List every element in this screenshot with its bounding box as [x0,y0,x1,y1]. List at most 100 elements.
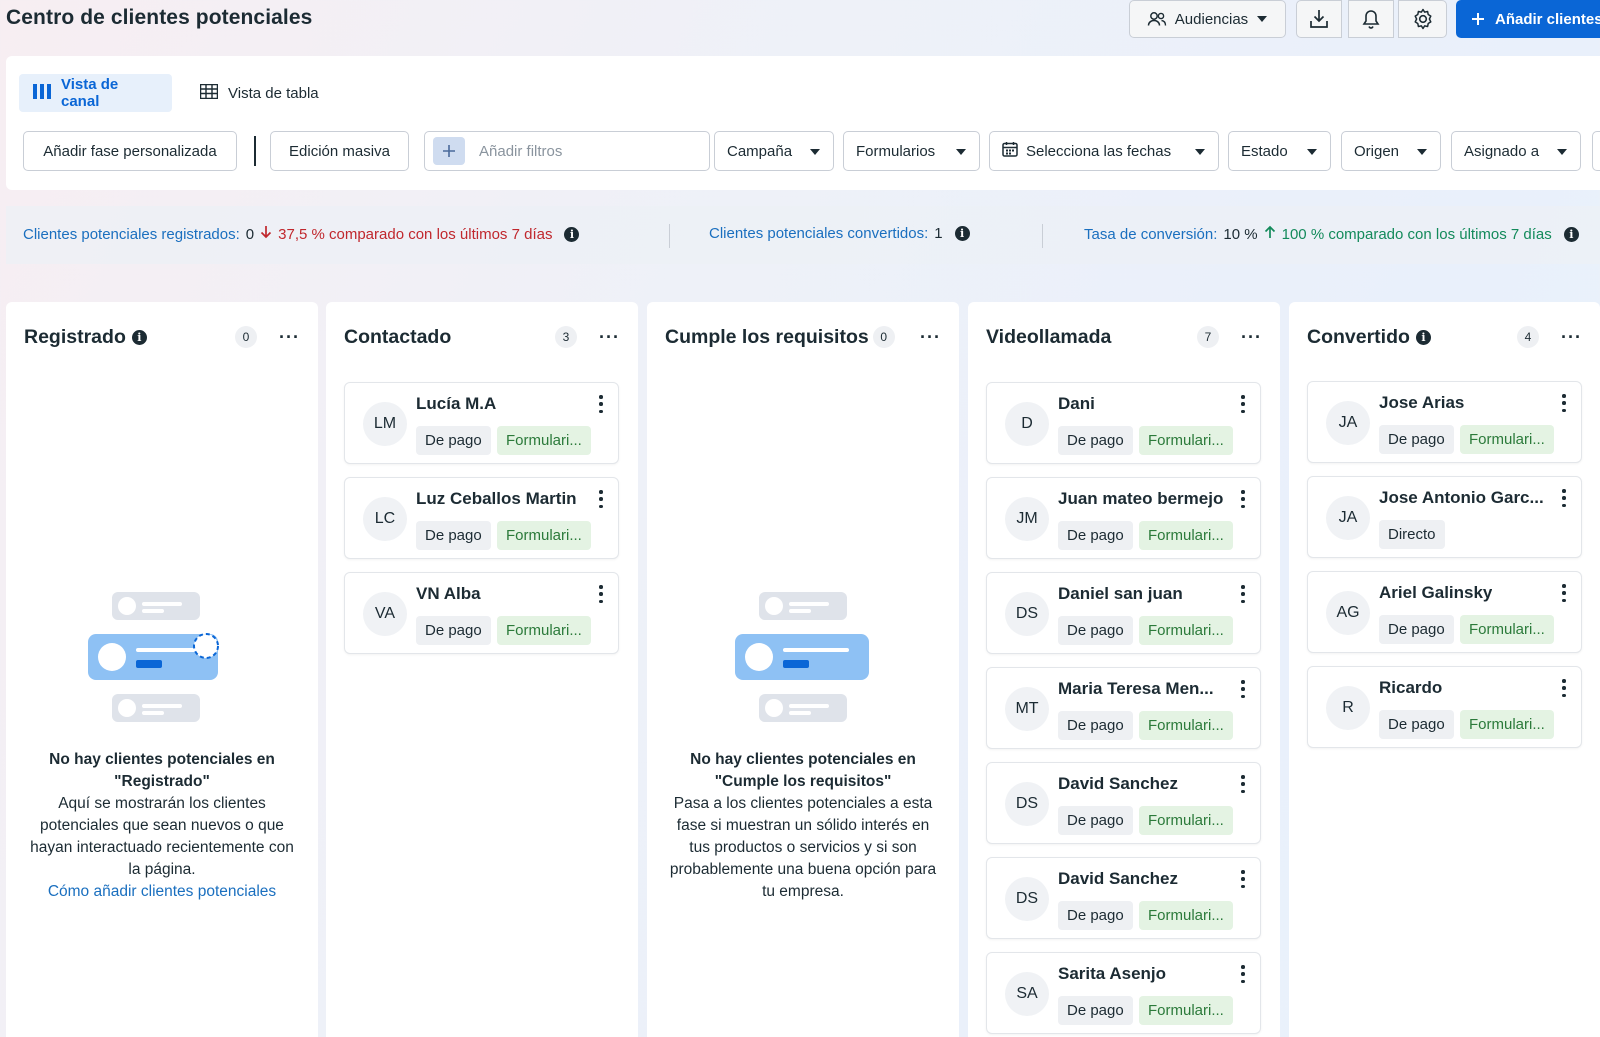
lead-card[interactable]: MT Maria Teresa Men... De pago Formulari… [986,667,1261,749]
stat-registered-label: Clientes potenciales registrados: [23,225,240,243]
column-title: Convertido i [1307,326,1431,349]
lead-card[interactable]: D Dani De pago Formulari... [986,382,1261,464]
assigned-to-label: Asignado a [1464,142,1540,160]
forms-dropdown[interactable]: Formularios [843,131,980,171]
tab-pipeline-view[interactable]: Vista de canal [19,74,172,112]
audiences-button[interactable]: Audiencias [1129,0,1286,38]
settings-button[interactable] [1398,0,1447,38]
more-options-icon[interactable]: ··· [599,327,620,348]
add-leads-button[interactable]: Añadir clientes [1456,0,1600,38]
kebab-menu-icon[interactable] [1240,395,1246,413]
lead-name: Maria Teresa Men... [1058,679,1214,698]
form-tag: Formulari... [1139,426,1233,455]
lead-card[interactable]: JM Juan mateo bermejo De pago Formulari.… [986,477,1261,559]
stat-rate-label: Tasa de conversión: [1084,225,1218,243]
kebab-menu-icon[interactable] [598,395,604,413]
campaign-dropdown[interactable]: Campaña [714,131,834,171]
lead-card[interactable]: JA Jose Arias De pago Formulari... [1307,381,1582,463]
lead-name: VN Alba [416,584,481,603]
stat-registered-change: 37,5 % comparado con los últimos 7 días [278,225,553,243]
add-leads-help-link[interactable]: Cómo añadir clientes potenciales [26,881,298,903]
bell-icon [1362,9,1380,29]
kebab-menu-icon[interactable] [598,490,604,508]
notifications-button[interactable] [1348,0,1394,38]
lead-name: Luz Ceballos Martin [416,489,577,508]
empty-state-illustration [647,592,959,727]
origin-label: Origen [1354,142,1400,160]
stat-rate-value: 10 % [1223,225,1258,243]
bulk-edit-button[interactable]: Edición masiva [270,131,409,171]
kebab-menu-icon[interactable] [1240,490,1246,508]
kebab-menu-icon[interactable] [1561,679,1567,697]
avatar: LC [363,497,407,541]
info-icon[interactable]: i [564,226,580,242]
lead-card[interactable]: LC Luz Ceballos Martin De pago Formulari… [344,477,619,559]
lead-card[interactable]: AG Ariel Galinsky De pago Formulari... [1307,571,1582,653]
column-title: Videollamada [986,326,1111,349]
add-filters-input[interactable] [479,142,679,160]
info-icon[interactable]: i [1563,226,1579,242]
download-button[interactable] [1296,0,1342,38]
avatar: DS [1005,877,1049,921]
lead-card[interactable]: R Ricardo De pago Formulari... [1307,666,1582,748]
download-icon [1309,8,1329,30]
assigned-to-dropdown[interactable]: Asignado a [1451,131,1581,171]
table-icon [199,83,219,103]
kebab-menu-icon[interactable] [1240,680,1246,698]
stats-divider [1042,224,1043,248]
source-tag: De pago [1058,616,1133,645]
lead-card[interactable]: DS David Sanchez De pago Formulari... [986,762,1261,844]
source-tag: De pago [416,616,491,645]
kebab-menu-icon[interactable] [598,585,604,603]
kebab-menu-icon[interactable] [1561,489,1567,507]
tab-table-label: Vista de tabla [228,84,319,102]
column-registrado: Registrado i 0 ··· No hay clientes poten… [6,302,318,1037]
more-options-icon[interactable]: ··· [920,327,941,348]
avatar: JA [1326,496,1370,540]
caret-down-icon [1556,143,1568,160]
kebab-menu-icon[interactable] [1240,585,1246,603]
lead-card[interactable]: VA VN Alba De pago Formulari... [344,572,619,654]
page-title: Centro de clientes potenciales [6,6,313,29]
lead-card[interactable]: LM Lucía M.A De pago Formulari... [344,382,619,464]
lead-card[interactable]: JA Jose Antonio Garc... Directo [1307,476,1582,558]
empty-state-body: Pasa a los clientes potenciales a esta f… [669,795,937,900]
lead-card[interactable]: DS David Sanchez De pago Formulari... [986,857,1261,939]
column-header: Convertido i 4 ··· [1307,322,1582,352]
avatar: AG [1326,591,1370,635]
more-options-icon[interactable]: ··· [1561,327,1582,348]
more-options-icon[interactable]: ··· [279,327,300,348]
kebab-menu-icon[interactable] [1561,584,1567,602]
lead-name: Daniel san juan [1058,584,1183,603]
kebab-menu-icon[interactable] [1240,870,1246,888]
lead-card[interactable]: DS Daniel san juan De pago Formulari... [986,572,1261,654]
add-custom-phase-button[interactable]: Añadir fase personalizada [23,131,237,171]
info-icon[interactable]: i [131,329,147,345]
tab-table-view[interactable]: Vista de tabla [186,74,333,112]
stats-bar: Clientes potenciales registrados: 0 37,5… [6,206,1600,264]
date-range-dropdown[interactable]: Selecciona las fechas [989,131,1219,171]
lead-card[interactable]: SA Sarita Asenjo De pago Formulari... [986,952,1261,1034]
page-header: Centro de clientes potenciales Audiencia… [0,0,1600,54]
column-videollamada: Videollamada 7 ··· D Dani De pago Formul… [968,302,1280,1037]
status-dropdown[interactable]: Estado [1228,131,1331,171]
column-header: Videollamada 7 ··· [986,322,1262,352]
more-options-icon[interactable]: ··· [1241,327,1262,348]
add-filters-field[interactable] [424,131,710,171]
kebab-menu-icon[interactable] [1561,394,1567,412]
avatar: JA [1326,401,1370,445]
kebab-menu-icon[interactable] [1240,775,1246,793]
empty-state-illustration [6,592,318,727]
column-title: Registrado i [24,326,147,349]
origin-dropdown[interactable]: Origen [1341,131,1441,171]
form-tag: Formulari... [1139,806,1233,835]
more-filters-dropdown[interactable] [1592,131,1600,171]
add-filter-plus-icon[interactable] [433,137,465,165]
kebab-menu-icon[interactable] [1240,965,1246,983]
audiences-label: Audiencias [1174,10,1249,28]
column-convertido: Convertido i 4 ··· JA Jose Arias De pago… [1289,302,1600,1037]
info-icon[interactable]: i [1415,329,1431,345]
caret-down-icon [1306,143,1318,160]
stat-registered-value: 0 [245,225,255,243]
info-icon[interactable]: i [954,226,970,241]
